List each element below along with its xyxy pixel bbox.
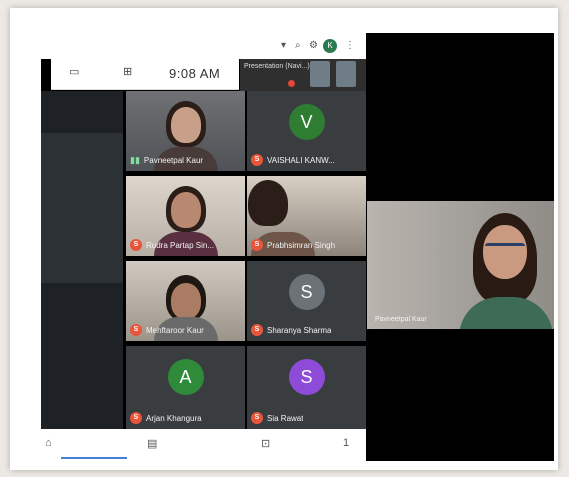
account-avatar[interactable]: K: [323, 39, 337, 53]
screenshot-frame: ▾ ⌕ ⚙ K ⋮ ▭ ⊞ 9:08 AM Presentation (Navi…: [10, 8, 558, 470]
participant-name: Rudra Partap Sin...: [146, 240, 215, 250]
avatar: S: [288, 359, 325, 395]
meet-screen: ▾ ⌕ ⚙ K ⋮ ▭ ⊞ 9:08 AM Presentation (Navi…: [41, 33, 554, 461]
active-speaker-video[interactable]: Pavneetpal Kaur: [367, 201, 554, 329]
participant-tile[interactable]: ▮▮ Pavneetpal Kaur: [126, 91, 245, 171]
participant-namebar: S Sharanya Sharma: [251, 323, 362, 337]
participant-name: VAISHALI KANW...: [267, 155, 335, 165]
participant-name: Mehftaroor Kaur: [146, 325, 204, 335]
participant-figure: [248, 180, 289, 226]
participant-namebar: S Rudra Partap Sin...: [130, 238, 241, 252]
active-tab-indicator: [61, 457, 127, 459]
captions-icon[interactable]: ▭: [69, 65, 79, 78]
more-icon[interactable]: ⋮: [345, 40, 355, 51]
presentation-strip[interactable]: Presentation (Navi...): [240, 59, 366, 91]
wifi-icon: ▾: [281, 40, 287, 51]
participant-tile[interactable]: S Mehftaroor Kaur: [126, 261, 245, 341]
muted-badge-icon: S: [130, 412, 142, 424]
participant-namebar: S VAISHALI KANW...: [251, 153, 362, 167]
home-icon[interactable]: ⌂: [45, 437, 52, 449]
participant-name: Sia Rawat: [267, 413, 304, 423]
meeting-toolbar: ▭ ⊞ 9:08 AM: [51, 59, 239, 90]
grid-icon[interactable]: ▤: [147, 437, 157, 450]
muted-badge-icon: S: [251, 412, 263, 424]
participant-namebar: S Sia Rawat: [251, 411, 362, 425]
participant-namebar: ▮▮ Pavneetpal Kaur: [130, 153, 241, 167]
avatar: S: [288, 274, 325, 310]
presentation-label: Presentation (Navi...): [244, 63, 310, 70]
present-icon[interactable]: ⊡: [261, 437, 270, 450]
muted-badge-icon: S: [130, 239, 142, 251]
search-icon[interactable]: ⌕: [295, 40, 301, 51]
participant-name: Pavneetpal Kaur: [143, 155, 204, 165]
presentation-content: [41, 133, 123, 283]
muted-badge-icon: S: [130, 324, 142, 336]
muted-badge-icon: S: [251, 324, 263, 336]
participant-face: [170, 192, 201, 228]
participant-tile[interactable]: V S VAISHALI KANW...: [247, 91, 366, 171]
speaker-name: Pavneetpal Kaur: [375, 316, 427, 323]
participant-name: Prabhsimran Singh: [267, 240, 336, 250]
status-bar: ▾ ⌕ ⚙ K ⋮: [41, 33, 366, 59]
settings-icon[interactable]: ⚙: [309, 40, 318, 51]
participant-namebar: S Mehftaroor Kaur: [130, 323, 241, 337]
muted-badge-icon: S: [251, 239, 263, 251]
participant-tile[interactable]: S S Sharanya Sharma: [247, 261, 366, 341]
people-icon[interactable]: ⊞: [123, 65, 132, 78]
participant-face: [170, 283, 201, 319]
presenter-thumbnail: [336, 61, 356, 87]
mic-on-icon: ▮▮: [130, 154, 140, 165]
participant-face: [170, 107, 201, 143]
muted-badge-icon: S: [251, 154, 263, 166]
speaker-glasses: [485, 243, 525, 254]
clock: 9:08 AM: [169, 66, 221, 81]
avatar: A: [167, 359, 204, 395]
participant-name: Arjan Khangura: [146, 413, 202, 423]
participant-tile[interactable]: A S Arjan Khangura: [126, 346, 245, 429]
participant-namebar: S Arjan Khangura: [130, 411, 241, 425]
presentation-pane[interactable]: [41, 91, 123, 429]
participant-tile[interactable]: S S Sia Rawat: [247, 346, 366, 429]
bottom-navbar: ⌂ ▤ ⊡ 1: [41, 429, 366, 461]
participant-tile[interactable]: S Prabhsimran Singh: [247, 176, 366, 256]
avatar: V: [288, 104, 325, 140]
participant-tile[interactable]: S Rudra Partap Sin...: [126, 176, 245, 256]
participant-namebar: S Prabhsimran Singh: [251, 238, 362, 252]
presenter-thumbnail: [310, 61, 330, 87]
participant-name: Sharanya Sharma: [267, 325, 332, 335]
page-indicator: 1: [343, 437, 350, 449]
recording-dot: [288, 80, 295, 87]
